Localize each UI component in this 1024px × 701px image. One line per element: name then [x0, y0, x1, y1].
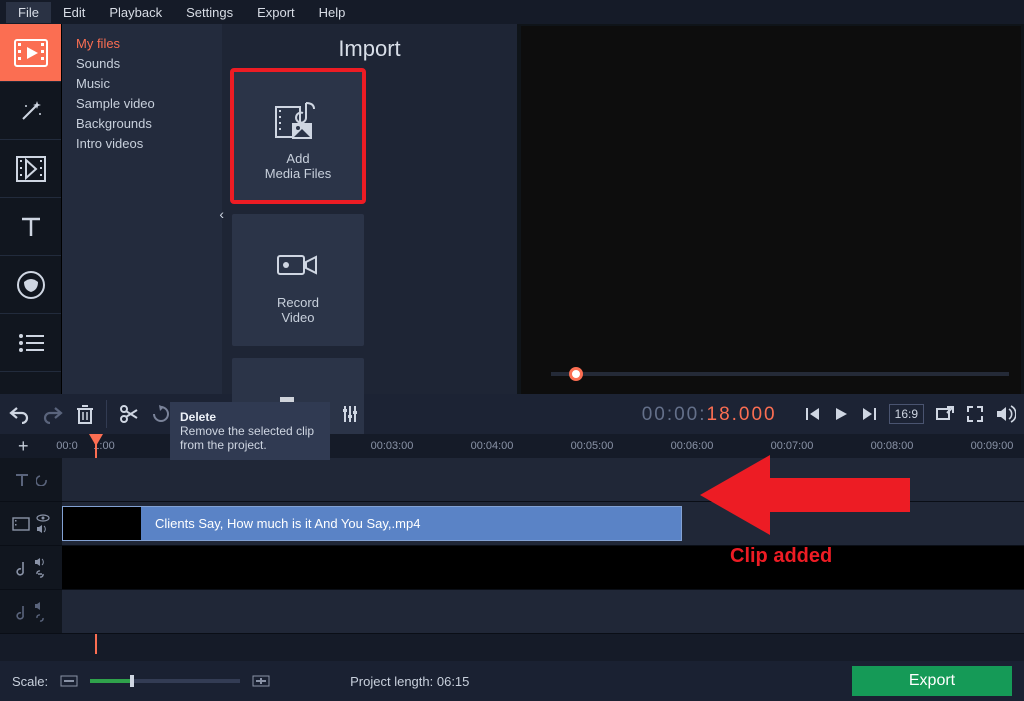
zoom-slider[interactable]: [90, 679, 240, 683]
import-title: Import: [222, 24, 517, 70]
category-intro-videos[interactable]: Intro videos: [76, 134, 208, 154]
menu-edit[interactable]: Edit: [51, 2, 97, 23]
fullscreen-button[interactable]: [966, 405, 984, 423]
collapse-sidebar-icon[interactable]: ‹: [219, 204, 224, 224]
link-icon: [34, 569, 46, 579]
list-icon: [17, 332, 45, 354]
category-my-files[interactable]: My files: [76, 34, 208, 54]
project-length: Project length: 06:15: [350, 674, 469, 689]
menu-file[interactable]: File: [6, 2, 51, 23]
preview-player: [521, 26, 1021, 394]
text-t-icon: [18, 214, 44, 240]
scale-label: Scale:: [12, 674, 48, 689]
aspect-ratio-button[interactable]: 16:9: [889, 404, 924, 424]
delete-tooltip: Delete Remove the selected clip from the…: [170, 402, 330, 460]
import-panel: My files Sounds Music Sample video Backg…: [62, 24, 517, 394]
seek-knob-icon[interactable]: [569, 367, 583, 381]
clip-thumbnail: [63, 507, 141, 540]
next-frame-button[interactable]: [861, 406, 877, 422]
play-button[interactable]: [833, 406, 849, 422]
record-video-button[interactable]: RecordVideo: [232, 214, 364, 346]
category-sample-video[interactable]: Sample video: [76, 94, 208, 114]
tool-more[interactable]: [0, 314, 61, 372]
eye-icon: [36, 514, 50, 522]
zoom-out-icon[interactable]: [60, 675, 78, 687]
transition-icon: [16, 156, 46, 182]
undo-button[interactable]: [8, 404, 30, 424]
speaker-icon: [36, 524, 50, 534]
menu-settings[interactable]: Settings: [174, 2, 245, 23]
menu-playback[interactable]: Playback: [97, 2, 174, 23]
delete-button[interactable]: [76, 404, 94, 424]
title-track-header[interactable]: [0, 458, 62, 502]
status-bar: Scale: Project length: 06:15 Export: [0, 661, 1024, 701]
category-sounds[interactable]: Sounds: [76, 54, 208, 74]
video-clip[interactable]: Clients Say, How much is it And You Say,…: [62, 506, 682, 541]
preview-seek-bar[interactable]: [551, 372, 1009, 376]
add-track-button[interactable]: +: [18, 436, 29, 457]
video-track[interactable]: Clients Say, How much is it And You Say,…: [62, 502, 1024, 546]
tool-column: [0, 24, 62, 394]
rotate-button[interactable]: [151, 404, 171, 424]
prev-frame-button[interactable]: [805, 406, 821, 422]
music-track[interactable]: [62, 590, 1024, 634]
redo-button[interactable]: [42, 404, 64, 424]
tool-titles[interactable]: [0, 198, 61, 256]
magic-wand-icon: [17, 97, 45, 125]
annotation-label: Clip added: [730, 545, 832, 568]
add-media-files-button[interactable]: AddMedia Files: [232, 70, 364, 202]
media-files-icon: [274, 91, 322, 151]
tool-transitions[interactable]: [0, 140, 61, 198]
detach-preview-button[interactable]: [936, 406, 954, 422]
sticker-icon: [16, 270, 46, 300]
video-track-header[interactable]: [0, 502, 62, 546]
export-button[interactable]: Export: [852, 666, 1012, 696]
split-button[interactable]: [119, 404, 139, 424]
equalizer-button[interactable]: [341, 404, 359, 424]
category-backgrounds[interactable]: Backgrounds: [76, 114, 208, 134]
tool-filters[interactable]: [0, 82, 61, 140]
audio-track-header[interactable]: [0, 546, 62, 590]
tool-import[interactable]: [0, 24, 61, 82]
timecode-display: 00:00:18.000: [642, 403, 777, 426]
zoom-in-icon[interactable]: [252, 675, 270, 687]
music-track-header[interactable]: [0, 590, 62, 634]
menu-help[interactable]: Help: [307, 2, 358, 23]
filmstrip-play-icon: [14, 39, 48, 67]
volume-button[interactable]: [996, 405, 1016, 423]
menu-bar: File Edit Playback Settings Export Help: [0, 0, 1024, 24]
menu-export[interactable]: Export: [245, 2, 307, 23]
audio-track[interactable]: [62, 546, 1024, 590]
clip-label: Clients Say, How much is it And You Say,…: [155, 516, 420, 531]
category-music[interactable]: Music: [76, 74, 208, 94]
title-track[interactable]: [62, 458, 1024, 502]
video-camera-icon: [276, 235, 320, 295]
import-categories: My files Sounds Music Sample video Backg…: [62, 24, 222, 394]
timeline: + 00:0 1:00 00:03:00 00:04:00 00:05:00 0…: [0, 434, 1024, 664]
tool-stickers[interactable]: [0, 256, 61, 314]
